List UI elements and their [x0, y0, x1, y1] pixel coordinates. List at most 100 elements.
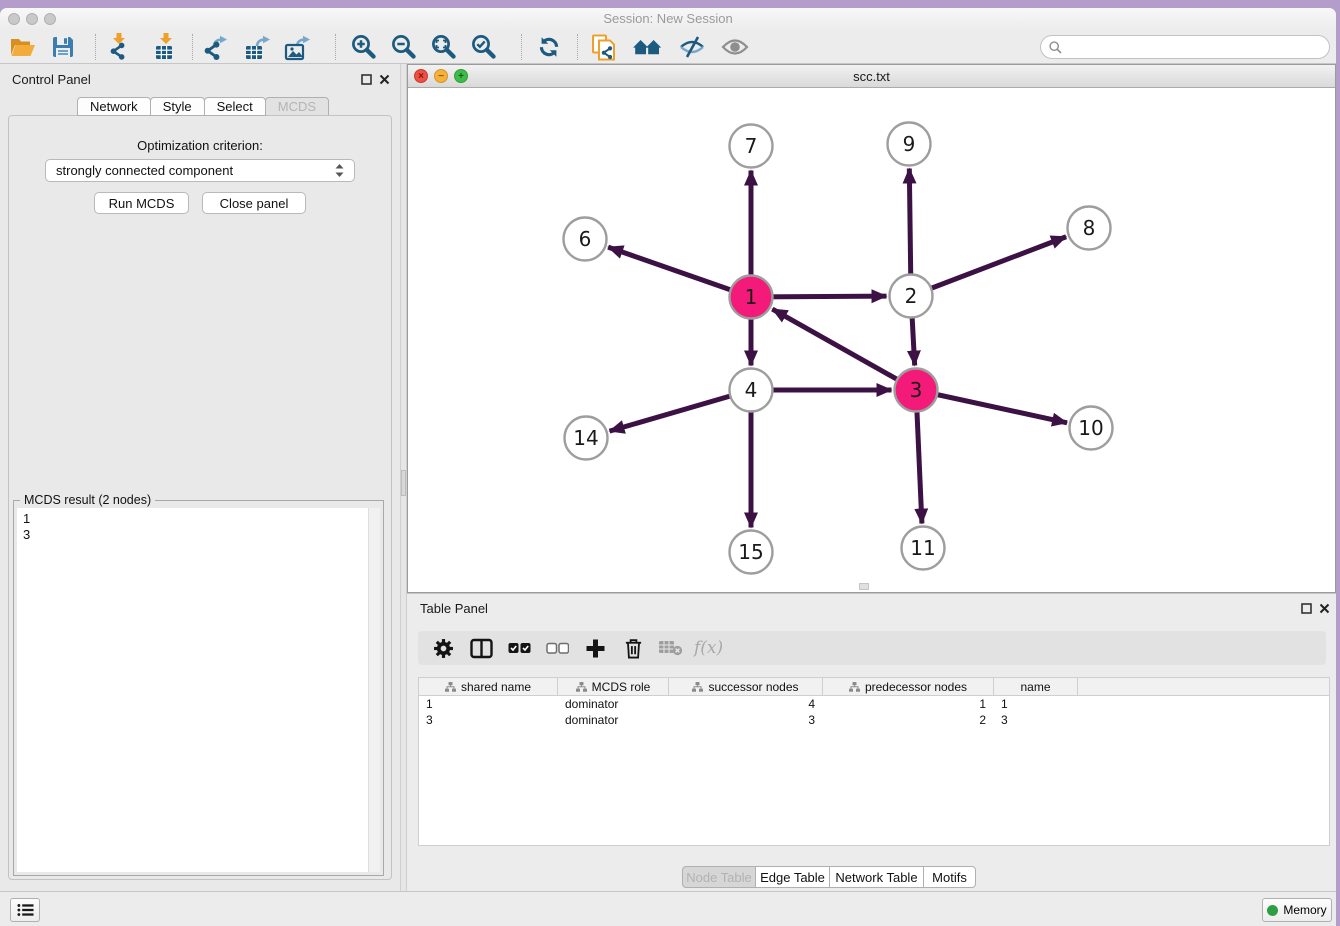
table-cell[interactable]: dominator — [558, 696, 669, 712]
float-table-panel-icon[interactable] — [1300, 602, 1313, 615]
minimize-network-icon[interactable]: − — [434, 69, 448, 83]
graph-node-1[interactable]: 1 — [730, 276, 773, 319]
float-panel-icon[interactable] — [360, 73, 373, 86]
mcds-result-text[interactable]: 13 — [17, 508, 380, 872]
table-settings-icon[interactable] — [428, 634, 458, 662]
zoom-out-icon[interactable] — [386, 32, 420, 62]
graph-node-4[interactable]: 4 — [730, 369, 773, 412]
graph-edge-3-10[interactable] — [916, 390, 1067, 423]
show-panel-icon[interactable] — [718, 32, 752, 62]
criterion-select[interactable]: strongly connected component — [45, 159, 355, 182]
panel-splitter[interactable] — [400, 64, 407, 891]
column-header-MCDS-role[interactable]: MCDS role — [558, 678, 669, 696]
column-header-successor-nodes[interactable]: successor nodes — [669, 678, 823, 696]
tab-select[interactable]: Select — [204, 97, 266, 116]
table-cell[interactable]: 3 — [419, 712, 558, 728]
tab-network-table[interactable]: Network Table — [829, 866, 924, 888]
table-cell[interactable]: 3 — [669, 712, 823, 728]
export-network-icon[interactable] — [198, 32, 232, 62]
tab-network[interactable]: Network — [77, 97, 151, 116]
column-header-name[interactable]: name — [994, 678, 1078, 696]
duplicate-network-icon[interactable] — [587, 32, 621, 62]
screen: { "window_title": "Session: New Session"… — [0, 0, 1340, 926]
result-scrollbar[interactable] — [368, 508, 380, 872]
graph-node-11[interactable]: 11 — [902, 527, 945, 570]
table-cell[interactable]: 1 — [994, 696, 1078, 712]
zoom-selected-icon[interactable] — [466, 32, 500, 62]
graph-node-label: 15 — [738, 540, 763, 564]
select-all-columns-icon[interactable] — [504, 634, 534, 662]
graph-node-label: 8 — [1083, 216, 1096, 240]
table-cell[interactable]: 1 — [823, 696, 994, 712]
delete-column-icon[interactable] — [618, 634, 648, 662]
graph-node-label: 2 — [905, 284, 918, 308]
table-toolbar: f(x) — [418, 631, 1326, 665]
export-table-icon[interactable] — [240, 32, 274, 62]
close-window-icon[interactable] — [8, 13, 20, 25]
hide-panel-icon[interactable] — [675, 32, 709, 62]
network-canvas[interactable]: 7 9 6 8 1 2 4 3 14 10 15 11 — [408, 88, 1335, 592]
graph-node-10[interactable]: 10 — [1070, 407, 1113, 450]
table-row[interactable]: 3dominator323 — [419, 712, 1329, 728]
graph-node-2[interactable]: 2 — [890, 275, 933, 318]
close-table-panel-icon[interactable] — [1318, 602, 1331, 615]
network-graph: 7 9 6 8 1 2 4 3 14 10 15 11 — [408, 88, 1335, 592]
close-network-icon[interactable]: × — [414, 69, 428, 83]
graph-node-label: 9 — [903, 132, 916, 156]
splitter-grip[interactable] — [401, 470, 406, 496]
export-image-icon[interactable] — [280, 32, 314, 62]
run-mcds-button[interactable]: Run MCDS — [94, 192, 189, 214]
minimize-window-icon[interactable] — [26, 13, 38, 25]
network-splitter-grip[interactable] — [859, 583, 869, 590]
search-input[interactable] — [1068, 40, 1321, 54]
import-table-icon[interactable] — [148, 32, 182, 62]
tab-style[interactable]: Style — [150, 97, 205, 116]
maximize-network-icon[interactable]: + — [454, 69, 468, 83]
close-panel-button[interactable]: Close panel — [202, 192, 306, 214]
save-session-icon[interactable] — [46, 32, 80, 62]
graph-node-8[interactable]: 8 — [1068, 207, 1111, 250]
table-cell[interactable]: 3 — [994, 712, 1078, 728]
table-cell[interactable]: 4 — [669, 696, 823, 712]
graph-node-14[interactable]: 14 — [565, 417, 608, 460]
mcds-result-group: MCDS result (2 nodes) 13 — [13, 500, 384, 876]
table-row[interactable]: 1dominator411 — [419, 696, 1329, 712]
graph-edge-3-1[interactable] — [772, 309, 916, 390]
tab-node-table[interactable]: Node Table — [682, 866, 756, 888]
memory-button[interactable]: Memory — [1262, 898, 1332, 922]
split-table-icon[interactable] — [466, 634, 496, 662]
tab-mcds[interactable]: MCDS — [265, 97, 329, 116]
graph-node-label: 7 — [745, 134, 758, 158]
tab-motifs[interactable]: Motifs — [923, 866, 976, 888]
table-cell[interactable]: dominator — [558, 712, 669, 728]
graph-node-15[interactable]: 15 — [730, 531, 773, 574]
node-table: shared nameMCDS rolesuccessor nodesprede… — [418, 677, 1330, 846]
graph-node-7[interactable]: 7 — [730, 125, 773, 168]
tab-edge-table[interactable]: Edge Table — [755, 866, 830, 888]
graph-node-9[interactable]: 9 — [888, 123, 931, 166]
network-view-window: × − + scc.txt 7968124314101511 — [407, 64, 1336, 593]
open-session-icon[interactable] — [5, 32, 39, 62]
column-header-shared-name[interactable]: shared name — [419, 678, 558, 696]
graph-edge-1-6[interactable] — [608, 247, 751, 297]
graph-edge-2-8[interactable] — [911, 237, 1066, 296]
column-header-predecessor-nodes[interactable]: predecessor nodes — [823, 678, 994, 696]
mcds-result-line: 1 — [23, 511, 380, 527]
zoom-in-icon[interactable] — [346, 32, 380, 62]
toolbar-separator — [335, 34, 336, 60]
maximize-window-icon[interactable] — [44, 13, 56, 25]
graph-node-6[interactable]: 6 — [564, 218, 607, 261]
table-cell[interactable]: 2 — [823, 712, 994, 728]
refresh-icon[interactable] — [532, 32, 566, 62]
task-history-button[interactable] — [10, 898, 40, 922]
add-column-icon[interactable] — [580, 634, 610, 662]
home-layout-icon[interactable] — [631, 32, 665, 62]
import-network-icon[interactable] — [101, 32, 135, 62]
close-panel-icon[interactable] — [378, 73, 391, 86]
task-list-icon — [17, 903, 34, 917]
graph-node-label: 6 — [579, 227, 592, 251]
zoom-fit-icon[interactable] — [426, 32, 460, 62]
graph-node-3[interactable]: 3 — [895, 369, 938, 412]
deselect-all-columns-icon[interactable] — [542, 634, 572, 662]
table-cell[interactable]: 1 — [419, 696, 558, 712]
